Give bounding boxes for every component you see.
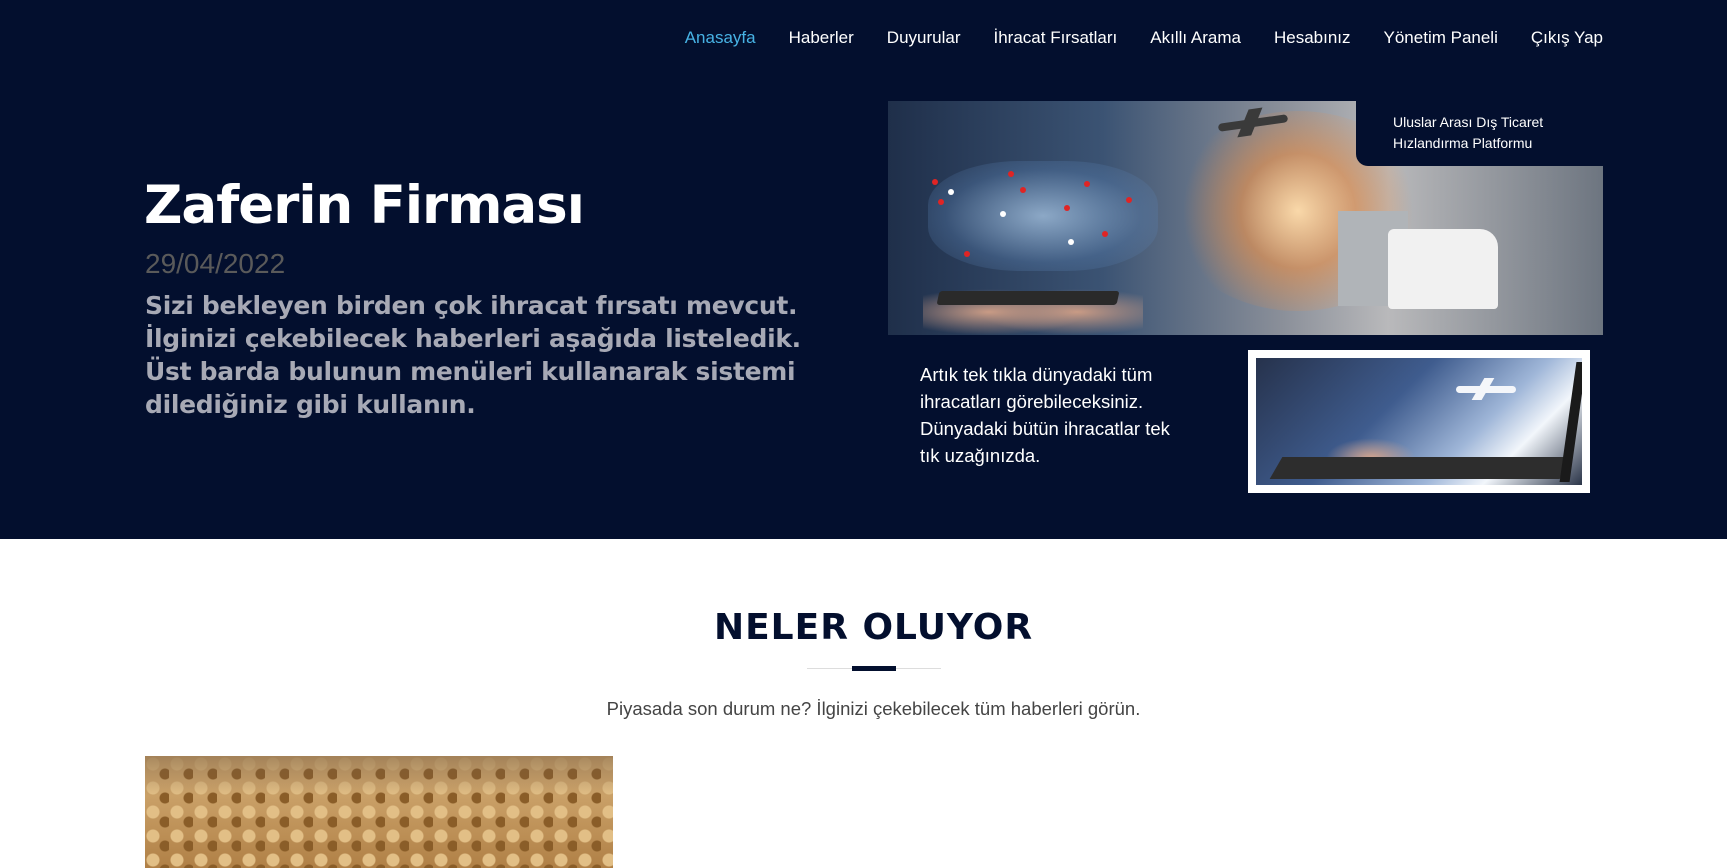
map-pin-icon	[948, 189, 954, 195]
map-pin-icon	[1126, 197, 1132, 203]
tagline-line-2: Hızlandırma Platformu	[1393, 135, 1533, 151]
hero-title: Zaferin Firması	[144, 175, 585, 236]
map-pin-icon	[938, 199, 944, 205]
main-nav: Anasayfa Haberler Duyurular İhracat Fırs…	[668, 26, 1603, 50]
keyboard-graphic	[1269, 457, 1573, 479]
nav-item-anasayfa[interactable]: Anasayfa	[668, 26, 772, 50]
nav-item-ihracat-firsatlari[interactable]: İhracat Fırsatları	[977, 26, 1134, 50]
nav-item-duyurular[interactable]: Duyurular	[870, 26, 977, 50]
map-pin-icon	[1008, 171, 1014, 177]
map-pin-icon	[1000, 211, 1006, 217]
hero-description: Sizi bekleyen birden çok ihracat fırsatı…	[145, 291, 801, 419]
nav-item-cikis-yap[interactable]: Çıkış Yap	[1514, 26, 1603, 50]
laptop-airplane-photo	[1256, 358, 1582, 485]
section-title: NELER OLUYOR	[713, 607, 1034, 648]
nav-item-hesabiniz[interactable]: Hesabınız	[1257, 26, 1367, 50]
news-card-image[interactable]	[145, 756, 613, 868]
map-pin-icon	[1102, 231, 1108, 237]
banner-thumbnail	[1248, 350, 1590, 493]
banner-caption: Artık tek tıkla dünyadaki tüm ihracatlar…	[920, 364, 1170, 466]
hero-section: Anasayfa Haberler Duyurular İhracat Fırs…	[0, 0, 1727, 539]
truck-graphic	[1388, 229, 1498, 309]
map-pin-icon	[1068, 239, 1074, 245]
laptop-screen-graphic	[1559, 362, 1582, 482]
map-pin-icon	[1020, 187, 1026, 193]
map-pin-icon	[964, 251, 970, 257]
section-subtitle: Piyasada son durum ne? İlginizi çekebile…	[606, 698, 1141, 719]
hero-banner-image: Uluslar Arası Dış Ticaret Hızlandırma Pl…	[888, 101, 1603, 494]
logistics-photo: Uluslar Arası Dış Ticaret Hızlandırma Pl…	[888, 101, 1603, 335]
airplane-graphic	[1456, 386, 1516, 393]
map-pin-icon	[932, 179, 938, 185]
map-pin-icon	[1084, 181, 1090, 187]
nav-item-akilli-arama[interactable]: Akıllı Arama	[1134, 26, 1258, 50]
platform-tagline: Uluslar Arası Dış Ticaret Hızlandırma Pl…	[1356, 101, 1603, 166]
nav-item-yonetim-paneli[interactable]: Yönetim Paneli	[1367, 26, 1514, 50]
tagline-line-1: Uluslar Arası Dış Ticaret	[1393, 114, 1544, 130]
world-map-graphic	[928, 161, 1158, 271]
tablet-graphic	[936, 291, 1120, 305]
hero-date: 29/04/2022	[145, 248, 286, 279]
hands-graphic	[923, 276, 1143, 335]
section-divider-accent	[852, 666, 896, 671]
nav-item-haberler[interactable]: Haberler	[772, 26, 870, 50]
map-pin-icon	[1064, 205, 1070, 211]
